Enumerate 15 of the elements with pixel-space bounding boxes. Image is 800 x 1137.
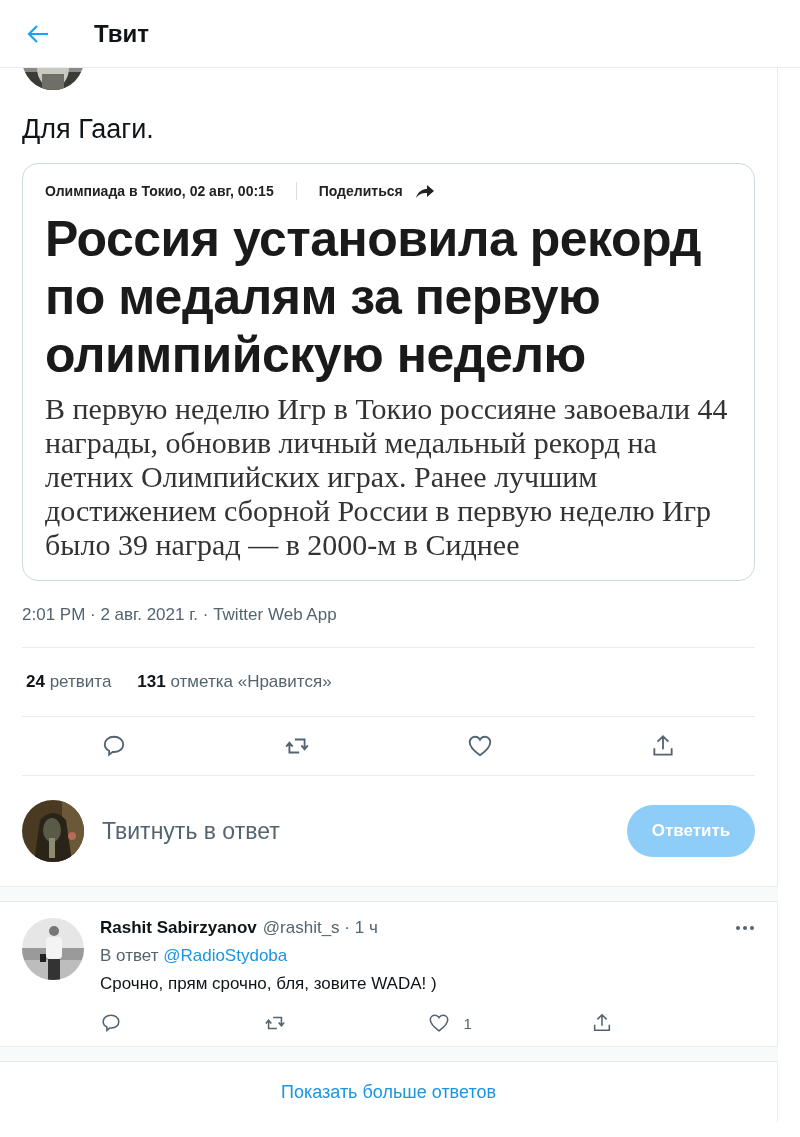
reply-to-label: В ответ	[100, 946, 159, 965]
article-summary: В первую неделю Игр в Токио россияне завоевали 44 награды, обновив личный медальный рекорд на летних Олимпийских играх. Ранее лучшим достижением сборной России в первую неделю Игр было 39 наград — в 2000-м в Сиднее	[45, 392, 729, 562]
article-headline: Россия установила рекорд по медалям за первую олимпийскую неделю	[45, 210, 703, 384]
stat-link[interactable]: 24 ретвита	[26, 672, 112, 692]
tweet-text: Для Гааги.	[22, 114, 155, 145]
tweet-timestamp: 2:01 PM · 2 авг. 2021 г. · Twitter Web App	[22, 605, 338, 625]
page-title: Твит	[94, 19, 149, 48]
stat-link[interactable]: 131 отметка «Нравится»	[137, 672, 332, 692]
author-name[interactable]: Rashit Sabirzyanov	[100, 918, 257, 938]
reply-field[interactable]: Твитнуть в ответ	[102, 817, 609, 845]
author-handle: @rashit_s · 1 ч	[262, 918, 378, 938]
share-link[interactable]: Поделиться	[318, 183, 403, 199]
article-meta: Олимпиада в Токио, 02 авг, 00:15	[45, 183, 274, 199]
like-count: 1	[463, 1014, 472, 1032]
reply-text: Срочно, прям срочно, бля, зовите WADA! )	[100, 974, 438, 994]
